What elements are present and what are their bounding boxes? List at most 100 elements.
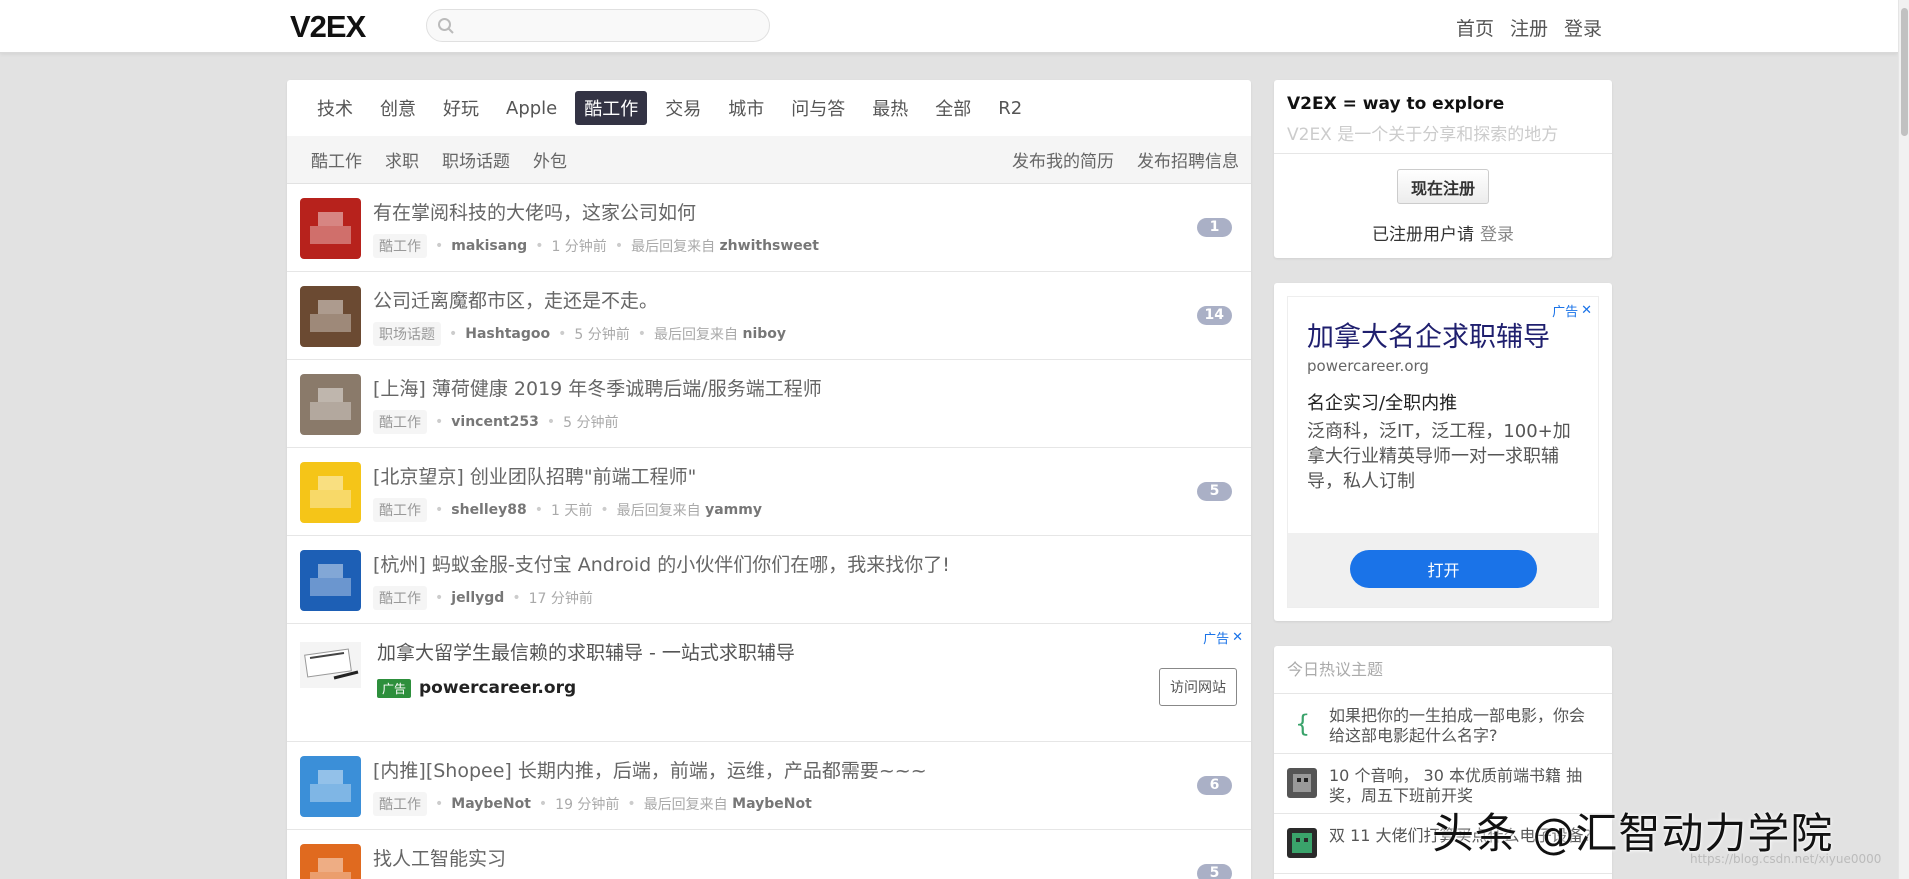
avatar[interactable]	[300, 550, 361, 611]
author-link[interactable]: jellygd	[451, 590, 504, 606]
tab-deals[interactable]: 交易	[656, 91, 710, 125]
login-link[interactable]: 登录	[1480, 225, 1514, 245]
divider	[1274, 153, 1612, 154]
ad-image[interactable]	[300, 642, 361, 688]
search-input[interactable]	[463, 15, 759, 37]
node-tag[interactable]: 酷工作	[373, 234, 427, 258]
hot-topic-item[interactable]: { 如果把你的一生拍成一部电影，你会给这部电影起什么名字?	[1274, 694, 1612, 754]
node-tag[interactable]: 酷工作	[373, 792, 427, 816]
tab-hot[interactable]: 最热	[863, 91, 917, 125]
topic-meta: 酷工作 • makisang • 1 分钟前 • 最后回复来自 zhwithsweet	[373, 234, 819, 258]
topic-meta: 酷工作 • shelley88 • 1 天前 • 最后回复来自 yammy	[373, 498, 762, 522]
last-reply-user[interactable]: MaybeNot	[732, 796, 812, 812]
tab-tech[interactable]: 技术	[308, 91, 362, 125]
avatar[interactable]	[300, 374, 361, 435]
tab-jobs[interactable]: 酷工作	[575, 91, 648, 125]
subtab-jobhunt[interactable]: 求职	[385, 147, 419, 172]
ad-row[interactable]: 加拿大留学生最信赖的求职辅导 - 一站式求职辅导 广告 powercareer.…	[287, 624, 1251, 742]
reply-count[interactable]: 5	[1197, 864, 1232, 879]
tab-creative[interactable]: 创意	[371, 91, 425, 125]
tab-r2[interactable]: R2	[989, 94, 1031, 123]
subtab-jobs[interactable]: 酷工作	[311, 147, 362, 172]
last-reply-user[interactable]: zhwithsweet	[720, 238, 819, 254]
ad-corner-label: 广告	[1203, 632, 1230, 647]
author-link[interactable]: MaybeNot	[451, 796, 531, 812]
search-box[interactable]	[426, 9, 770, 42]
visit-site-button[interactable]: 访问网站	[1159, 668, 1237, 706]
tab-qna[interactable]: 问与答	[782, 91, 854, 125]
tab-all[interactable]: 全部	[926, 91, 980, 125]
separator-dot: •	[435, 590, 444, 606]
avatar[interactable]	[300, 462, 361, 523]
author-link[interactable]: vincent253	[451, 414, 539, 430]
topic-row[interactable]: 公司迁离魔都市区，走还是不走。 职场话题 • Hashtagoo • 5 分钟前 • 最后回…	[287, 272, 1251, 360]
reply-count[interactable]: 6	[1197, 776, 1232, 795]
ad-title[interactable]: 加拿大留学生最信赖的求职辅导 - 一站式求职辅导	[377, 638, 795, 665]
hot-topic-title[interactable]: 如果把你的一生拍成一部电影，你会给这部电影起什么名字?	[1329, 706, 1599, 746]
post-job-link[interactable]: 发布招聘信息	[1137, 147, 1239, 172]
last-reply-user[interactable]: niboy	[742, 326, 786, 342]
topic-row[interactable]: [北京望京] 创业团队招聘"前端工程师" 酷工作 • shelley88 • 1 天前 •…	[287, 448, 1251, 536]
close-icon[interactable]: ✕	[1232, 630, 1243, 645]
reply-count[interactable]: 1	[1197, 218, 1232, 237]
close-icon[interactable]: ✕	[1581, 303, 1592, 318]
open-button[interactable]: 打开	[1350, 550, 1537, 588]
page-scrollbar[interactable]	[1898, 0, 1909, 879]
topic-title[interactable]: 有在掌阅科技的大佬吗，这家公司如何	[373, 198, 696, 225]
avatar[interactable]	[300, 844, 361, 879]
avatar[interactable]: {	[1287, 708, 1317, 738]
node-tag[interactable]: 酷工作	[373, 498, 427, 522]
avatar[interactable]	[300, 198, 361, 259]
avatar[interactable]	[1287, 768, 1317, 798]
ad-choices[interactable]: 广告 ✕	[1203, 628, 1243, 647]
separator-dot: •	[637, 326, 647, 342]
avatar[interactable]	[300, 756, 361, 817]
last-reply-user[interactable]: yammy	[705, 502, 762, 518]
reply-count[interactable]: 14	[1196, 306, 1232, 325]
sidebar-ad[interactable]: 广告 ✕ 加拿大名企求职辅导 powercareer.org 名企实习/全职内推…	[1287, 296, 1599, 608]
tab-city[interactable]: 城市	[719, 91, 773, 125]
ad-choices[interactable]: 广告 ✕	[1552, 301, 1592, 320]
separator-dot: •	[546, 414, 556, 430]
scrollbar-thumb[interactable]	[1901, 8, 1908, 136]
nav-login[interactable]: 登录	[1564, 14, 1602, 41]
post-resume-link[interactable]: 发布我的简历	[1012, 147, 1114, 172]
topic-title[interactable]: [杭州] 蚂蚁金服-支付宝 Android 的小伙伴们你们在哪，我来找你了!	[373, 550, 950, 577]
topic-title[interactable]: [内推][Shopee] 长期内推，后端，前端，运维，产品都需要~~~	[373, 756, 927, 783]
topic-row[interactable]: [内推][Shopee] 长期内推，后端，前端，运维，产品都需要~~~ 酷工作 •…	[287, 742, 1251, 830]
ad-domain[interactable]: powercareer.org	[419, 678, 576, 698]
avatar[interactable]	[1287, 828, 1317, 858]
node-tag[interactable]: 职场话题	[373, 322, 441, 346]
ad-headline[interactable]: 加拿大名企求职辅导	[1307, 315, 1550, 354]
nav-register[interactable]: 注册	[1510, 14, 1548, 41]
topic-row[interactable]: 找人工智能实习 5	[287, 830, 1251, 879]
v2ex-logo[interactable]: V2EX	[290, 9, 366, 45]
topic-title[interactable]: [北京望京] 创业团队招聘"前端工程师"	[373, 462, 696, 489]
post-time: 19 分钟前	[555, 797, 620, 813]
node-tag[interactable]: 酷工作	[373, 586, 427, 610]
ad-corner-label: 广告	[1552, 305, 1579, 320]
avatar[interactable]	[300, 286, 361, 347]
topic-row[interactable]: 有在掌阅科技的大佬吗，这家公司如何 酷工作 • makisang • 1 分钟前 • 最后回…	[287, 184, 1251, 272]
subtab-outsourcing[interactable]: 外包	[533, 147, 567, 172]
topic-meta: 酷工作 • jellygd • 17 分钟前	[373, 586, 593, 610]
subtab-career[interactable]: 职场话题	[442, 147, 510, 172]
signup-button[interactable]: 现在注册	[1397, 169, 1489, 204]
topic-title[interactable]: 找人工智能实习	[373, 844, 506, 871]
reply-count[interactable]: 5	[1197, 482, 1232, 501]
topic-title[interactable]: 公司迁离魔都市区，走还是不走。	[373, 286, 658, 313]
author-link[interactable]: Hashtagoo	[465, 326, 550, 342]
tab-play[interactable]: 好玩	[434, 91, 488, 125]
topic-meta: 职场话题 • Hashtagoo • 5 分钟前 • 最后回复来自 niboy	[373, 322, 786, 346]
node-tag[interactable]: 酷工作	[373, 410, 427, 434]
ad-domain[interactable]: powercareer.org	[1307, 357, 1429, 375]
nav-home[interactable]: 首页	[1456, 14, 1494, 41]
topic-row[interactable]: [杭州] 蚂蚁金服-支付宝 Android 的小伙伴们你们在哪，我来找你了! 酷…	[287, 536, 1251, 624]
separator-dot: •	[435, 414, 444, 430]
author-link[interactable]: shelley88	[451, 502, 527, 518]
topic-row[interactable]: [上海] 薄荷健康 2019 年冬季诚聘后端/服务端工程师 酷工作 • vincen…	[287, 360, 1251, 448]
separator-dot: •	[435, 238, 444, 254]
author-link[interactable]: makisang	[451, 238, 527, 254]
tab-apple[interactable]: Apple	[497, 94, 566, 123]
topic-title[interactable]: [上海] 薄荷健康 2019 年冬季诚聘后端/服务端工程师	[373, 374, 822, 401]
